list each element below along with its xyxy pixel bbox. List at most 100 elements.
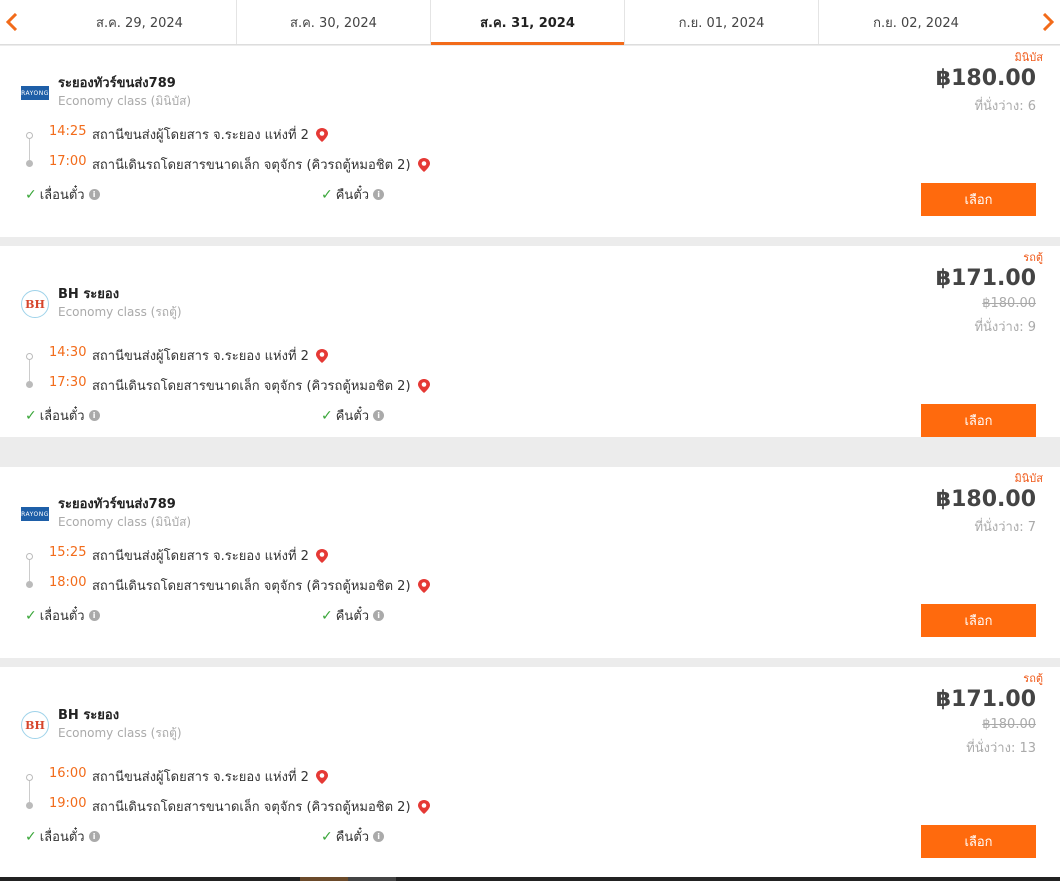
vehicle-type-tag: รถตู้ (1023, 672, 1043, 685)
refund-ticket-label: คืนตั๋ว (335, 830, 370, 845)
change-ticket-label: เลื่อนตั๋ว (39, 409, 85, 424)
check-icon: ✓ (321, 186, 333, 203)
vehicle-type-tag: มินิบัส (1014, 472, 1043, 485)
original-price: ฿180.00 (982, 296, 1036, 311)
refund-ticket-feature: ✓ คืนตั๋ว i (321, 826, 385, 847)
price: ฿180.00 (935, 66, 1036, 91)
map-pin-icon[interactable] (315, 769, 329, 785)
info-icon[interactable]: i (88, 831, 100, 842)
refund-ticket-label: คืนตั๋ว (335, 188, 370, 203)
date-tab-1[interactable]: ส.ค. 30, 2024 (237, 0, 431, 44)
map-pin-icon[interactable] (315, 348, 329, 364)
rayong-tour-logo: RAYONG (21, 507, 49, 521)
date-tab-4[interactable]: ก.ย. 02, 2024 (819, 0, 1013, 44)
date-tab-3[interactable]: ก.ย. 01, 2024 (625, 0, 819, 44)
info-icon[interactable]: i (88, 189, 100, 200)
check-icon: ✓ (321, 407, 333, 424)
rayong-tour-logo: RAYONG (21, 86, 49, 100)
depart-station-name: สถานีขนส่งผู้โดยสาร จ.ระยอง แห่งที่ 2 (92, 770, 309, 785)
date-tab-2-active[interactable]: ส.ค. 31, 2024 (431, 0, 625, 45)
select-button[interactable]: เลือก (921, 404, 1036, 437)
map-pin-icon[interactable] (417, 799, 431, 815)
arrive-time: 18:00 (49, 575, 87, 590)
price: ฿171.00 (935, 266, 1036, 291)
company-name: ระยองทัวร์ขนส่ง789 (58, 76, 176, 91)
depart-dot-icon (26, 774, 33, 781)
prev-date-button[interactable] (0, 0, 24, 44)
info-icon[interactable]: i (373, 610, 385, 621)
vehicle-type-tag: มินิบัส (1014, 51, 1043, 64)
arrive-dot-icon (26, 802, 33, 809)
depart-station: สถานีขนส่งผู้โดยสาร จ.ระยอง แห่งที่ 2 (92, 345, 329, 366)
info-icon[interactable]: i (373, 189, 385, 200)
map-pin-icon[interactable] (417, 378, 431, 394)
depart-station-name: สถานีขนส่งผู้โดยสาร จ.ระยอง แห่งที่ 2 (92, 349, 309, 364)
arrive-dot-icon (26, 381, 33, 388)
refund-ticket-label: คืนตั๋ว (335, 409, 370, 424)
map-pin-icon[interactable] (315, 127, 329, 143)
scroll-track-segment (348, 877, 396, 881)
trip-card: รถตู้ BH BH ระยอง Economy class (รถตู้) … (0, 246, 1060, 437)
info-icon[interactable]: i (373, 410, 385, 421)
arrive-station: สถานีเดินรถโดยสารขนาดเล็ก จตุจักร (คิวรถ… (92, 375, 431, 396)
depart-time: 14:30 (49, 345, 87, 360)
depart-time: 14:25 (49, 124, 87, 139)
arrive-station-name: สถานีเดินรถโดยสารขนาดเล็ก จตุจักร (คิวรถ… (92, 158, 411, 173)
class-label: Economy class (มินิบัส) (58, 94, 192, 108)
check-icon: ✓ (25, 407, 37, 424)
depart-time: 16:00 (49, 766, 87, 781)
company-name: ระยองทัวร์ขนส่ง789 (58, 497, 176, 512)
info-icon[interactable]: i (88, 610, 100, 621)
change-ticket-feature: ✓ เลื่อนตั๋ว i (25, 184, 100, 205)
arrive-dot-icon (26, 160, 33, 167)
info-icon[interactable]: i (88, 410, 100, 421)
vehicle-type-tag: รถตู้ (1023, 251, 1043, 264)
arrive-dot-icon (26, 581, 33, 588)
change-ticket-label: เลื่อนตั๋ว (39, 609, 85, 624)
class-label: Economy class (มินิบัส) (58, 515, 192, 529)
arrive-station-name: สถานีเดินรถโดยสารขนาดเล็ก จตุจักร (คิวรถ… (92, 800, 411, 815)
class-label: Economy class (รถตู้) (58, 726, 182, 740)
seats-available: ที่นั่งว่าง: 7 (974, 520, 1036, 535)
depart-station-name: สถานีขนส่งผู้โดยสาร จ.ระยอง แห่งที่ 2 (92, 549, 309, 564)
price: ฿180.00 (935, 487, 1036, 512)
bh-logo: BH (21, 290, 49, 318)
chevron-right-icon (1042, 13, 1054, 31)
depart-station: สถานีขนส่งผู้โดยสาร จ.ระยอง แห่งที่ 2 (92, 124, 329, 145)
depart-station: สถานีขนส่งผู้โดยสาร จ.ระยอง แห่งที่ 2 (92, 545, 329, 566)
next-date-button[interactable] (1036, 0, 1060, 44)
chevron-left-icon (6, 13, 18, 31)
change-ticket-feature: ✓ เลื่อนตั๋ว i (25, 405, 100, 426)
depart-dot-icon (26, 353, 33, 360)
date-tab-0[interactable]: ส.ค. 29, 2024 (43, 0, 237, 44)
class-label: Economy class (รถตู้) (58, 305, 182, 319)
depart-dot-icon (26, 132, 33, 139)
map-pin-icon[interactable] (417, 157, 431, 173)
change-ticket-label: เลื่อนตั๋ว (39, 188, 85, 203)
map-pin-icon[interactable] (417, 578, 431, 594)
depart-time: 15:25 (49, 545, 87, 560)
select-button[interactable]: เลือก (921, 604, 1036, 637)
arrive-station-name: สถานีเดินรถโดยสารขนาดเล็ก จตุจักร (คิวรถ… (92, 579, 411, 594)
company-name: BH ระยอง (58, 708, 120, 723)
change-ticket-label: เลื่อนตั๋ว (39, 830, 85, 845)
bh-logo: BH (21, 711, 49, 739)
refund-ticket-feature: ✓ คืนตั๋ว i (321, 605, 385, 626)
arrive-station-name: สถานีเดินรถโดยสารขนาดเล็ก จตุจักร (คิวรถ… (92, 379, 411, 394)
info-icon[interactable]: i (373, 831, 385, 842)
arrive-station: สถานีเดินรถโดยสารขนาดเล็ก จตุจักร (คิวรถ… (92, 575, 431, 596)
select-button[interactable]: เลือก (921, 825, 1036, 858)
bottom-scrollbar[interactable] (0, 877, 1060, 881)
depart-station-name: สถานีขนส่งผู้โดยสาร จ.ระยอง แห่งที่ 2 (92, 128, 309, 143)
check-icon: ✓ (25, 186, 37, 203)
scroll-thumb[interactable] (300, 877, 348, 881)
seats-available: ที่นั่งว่าง: 6 (974, 99, 1036, 114)
select-button[interactable]: เลือก (921, 183, 1036, 216)
refund-ticket-feature: ✓ คืนตั๋ว i (321, 405, 385, 426)
trip-card: มินิบัส RAYONG ระยองทัวร์ขนส่ง789 Econom… (0, 467, 1060, 658)
trip-card: มินิบัส RAYONG ระยองทัวร์ขนส่ง789 Econom… (0, 46, 1060, 237)
seats-available: ที่นั่งว่าง: 9 (974, 320, 1036, 335)
depart-dot-icon (26, 553, 33, 560)
check-icon: ✓ (25, 607, 37, 624)
map-pin-icon[interactable] (315, 548, 329, 564)
